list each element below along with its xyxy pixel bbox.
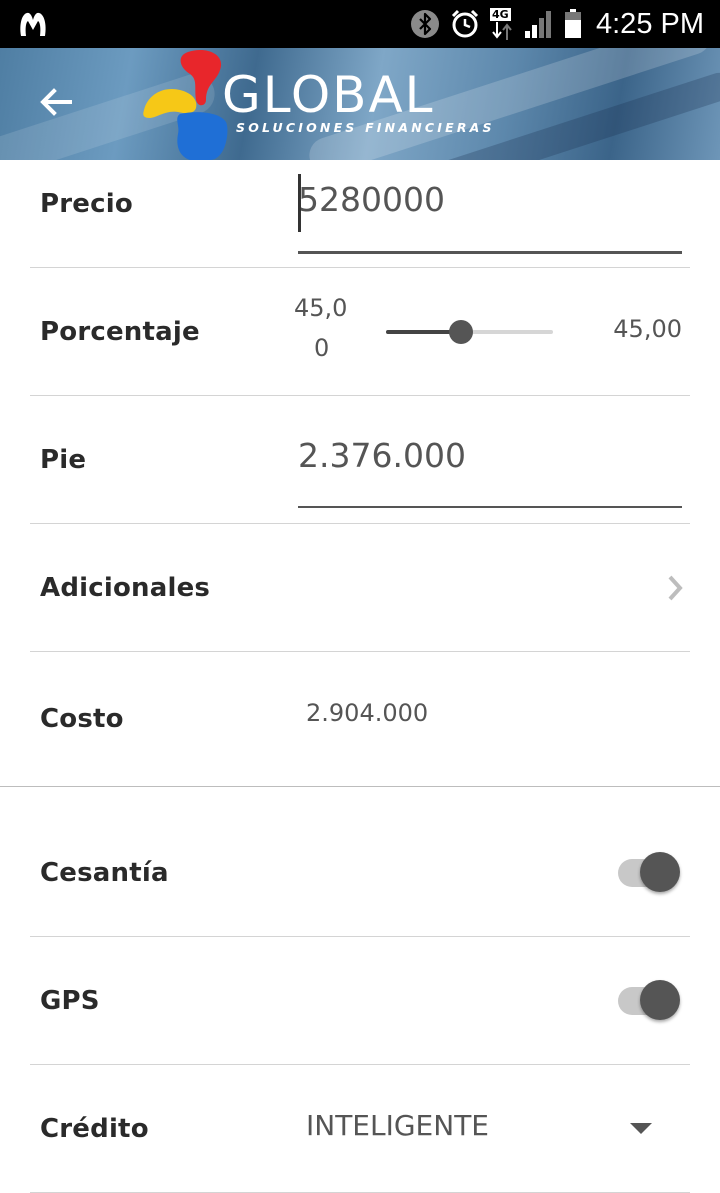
toggle-knob	[640, 979, 680, 1020]
cesantia-row: Cesantía	[30, 809, 690, 937]
credito-row: Crédito INTELIGENTE	[30, 1065, 690, 1193]
porcentaje-min-value-wrap: 0	[314, 334, 330, 362]
costo-label: Costo	[40, 704, 124, 734]
gps-row: GPS	[30, 937, 690, 1065]
credito-label: Crédito	[40, 1113, 149, 1144]
chevron-right-icon	[668, 575, 683, 600]
credito-select[interactable]: INTELIGENTE	[306, 1109, 489, 1142]
status-bar: 4G 4:25 PM	[0, 0, 720, 48]
porcentaje-row: Porcentaje 45,0 0 45,00	[30, 268, 690, 396]
malwarebytes-icon	[20, 12, 46, 37]
pie-label: Pie	[40, 444, 87, 475]
clock: 4:25 PM	[596, 7, 704, 40]
dropdown-arrow-icon[interactable]	[630, 1123, 652, 1134]
back-arrow-icon[interactable]	[36, 82, 76, 122]
porcentaje-min-value: 45,0	[294, 294, 348, 322]
porcentaje-slider[interactable]	[386, 320, 553, 344]
adicionales-label: Adicionales	[40, 572, 211, 603]
text-caret	[298, 174, 301, 232]
porcentaje-value: 45,00	[613, 315, 682, 343]
precio-input[interactable]	[298, 176, 682, 254]
porcentaje-label: Porcentaje	[40, 316, 200, 347]
network-4g-icon: 4G	[490, 8, 514, 40]
signal-icon	[525, 11, 551, 38]
costo-row: Costo 2.904.000	[0, 652, 720, 787]
bluetooth-icon	[411, 10, 439, 38]
adicionales-row[interactable]: Adicionales	[30, 524, 690, 652]
battery-icon	[565, 9, 581, 38]
toggle-knob	[640, 851, 680, 892]
costo-value: 2.904.000	[306, 699, 429, 727]
gps-label: GPS	[40, 985, 100, 1016]
brand-name: GLOBAL	[222, 66, 435, 124]
alarm-icon	[451, 9, 479, 38]
slider-thumb[interactable]	[449, 320, 474, 344]
cesantia-label: Cesantía	[40, 857, 169, 888]
cesantia-toggle[interactable]	[616, 851, 684, 894]
brand-tagline: SOLUCIONES FINANCIERAS	[236, 120, 495, 135]
precio-row: Precio	[30, 140, 690, 268]
gps-toggle[interactable]	[616, 979, 684, 1022]
pie-input[interactable]	[298, 432, 682, 508]
pie-row: Pie	[30, 396, 690, 524]
precio-label: Precio	[40, 188, 133, 219]
